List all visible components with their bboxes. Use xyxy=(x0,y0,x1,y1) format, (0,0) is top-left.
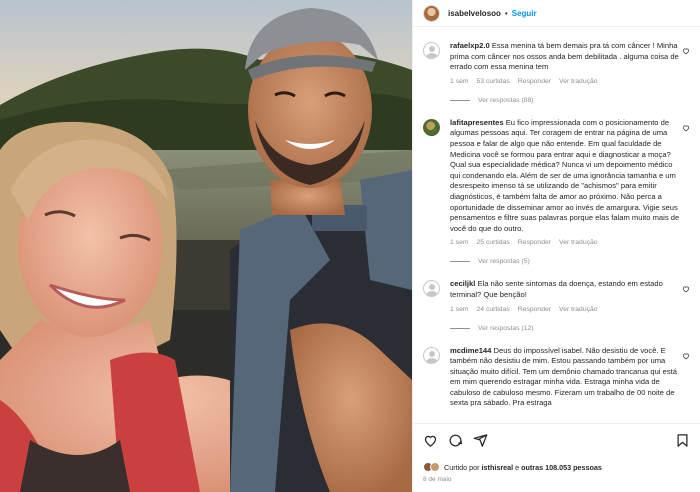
view-replies-button[interactable]: Ver respostas (12) xyxy=(450,325,690,332)
liked-prefix: Curtido por xyxy=(444,462,480,472)
liked-conjunction: e xyxy=(515,462,520,472)
comment-text: mcdime144 Deus do impossível isabel. Não… xyxy=(450,346,682,410)
comment-meta: 1 sem 25 curtidas Responder Ver tradução xyxy=(450,239,682,246)
replies-line xyxy=(450,261,470,263)
comment-text: ceciljkl Ela não sente sintomas da doenç… xyxy=(450,279,682,300)
comment-body: Ela não sente sintomas da doença, estand… xyxy=(450,279,663,299)
comment-item: lafitapresentes Eu fico impressionada co… xyxy=(423,104,690,246)
comment-time[interactable]: 1 sem xyxy=(450,239,469,246)
commenter-username[interactable]: lafitapresentes xyxy=(450,118,504,127)
comment-item: mcdime144 Deus do impossível isabel. Não… xyxy=(423,332,690,410)
liked-others[interactable]: outras 108.053 pessoas xyxy=(521,463,602,472)
post-header: isabelvelosoo • Seguir xyxy=(413,0,700,27)
post-actions: Curtido por isthisreal e outras 108.053 … xyxy=(413,423,700,492)
translate-button[interactable]: Ver tradução xyxy=(559,239,598,246)
likes-summary: Curtido por isthisreal e outras 108.053 … xyxy=(423,462,690,472)
replies-label: Ver respostas (88) xyxy=(478,96,534,104)
replies-label: Ver respostas (5) xyxy=(478,258,530,266)
post-sidebar: isabelvelosoo • Seguir rafaelxp2.0 Essa … xyxy=(412,0,700,492)
replies-line xyxy=(450,327,470,329)
header-separator: • xyxy=(504,8,508,18)
comment-like-heart-icon[interactable] xyxy=(682,124,690,132)
reply-button[interactable]: Responder xyxy=(518,239,551,246)
reply-button[interactable]: Responder xyxy=(518,78,551,85)
commenter-avatar[interactable] xyxy=(423,346,440,364)
comment-likes[interactable]: 53 curtidas xyxy=(477,78,510,85)
liker-avatar xyxy=(430,462,440,472)
translate-button[interactable]: Ver tradução xyxy=(559,78,598,85)
replies-label: Ver respostas (12) xyxy=(478,324,534,332)
translate-button[interactable]: Ver tradução xyxy=(559,306,598,313)
comments-list[interactable]: rafaelxp2.0 Essa menina tá bem demais pr… xyxy=(413,27,700,423)
follow-button[interactable]: Seguir xyxy=(512,9,537,18)
share-icon[interactable] xyxy=(473,433,488,448)
author-username[interactable]: isabelvelosoo xyxy=(448,9,501,18)
replies-line xyxy=(450,99,470,101)
commenter-avatar[interactable] xyxy=(423,280,440,298)
liked-user[interactable]: isthisreal xyxy=(482,463,514,472)
comment-like-heart-icon[interactable] xyxy=(682,47,690,55)
comment-item: ceciljkl Ela não sente sintomas da doenç… xyxy=(423,265,690,313)
view-replies-button[interactable]: Ver respostas (88) xyxy=(450,97,690,104)
heart-icon[interactable] xyxy=(423,433,438,448)
comment-meta: 1 sem 53 curtidas Responder Ver tradução xyxy=(450,78,682,85)
comment-meta: 1 sem 24 curtidas Responder Ver tradução xyxy=(450,306,682,313)
bookmark-icon[interactable] xyxy=(675,433,690,448)
commenter-username[interactable]: rafaelxp2.0 xyxy=(450,41,490,50)
post-photo[interactable] xyxy=(0,0,412,492)
comment-time[interactable]: 1 sem xyxy=(450,78,469,85)
commenter-username[interactable]: mcdime144 xyxy=(450,346,491,355)
likes-text[interactable]: Curtido por isthisreal e outras 108.053 … xyxy=(444,463,602,472)
action-icons xyxy=(423,432,690,448)
comment-item: rafaelxp2.0 Essa menina tá bem demais pr… xyxy=(423,27,690,85)
comment-text: rafaelxp2.0 Essa menina tá bem demais pr… xyxy=(450,41,682,73)
commenter-avatar[interactable] xyxy=(423,42,440,59)
comment-icon[interactable] xyxy=(448,433,463,448)
reply-button[interactable]: Responder xyxy=(518,306,551,313)
author-avatar[interactable] xyxy=(423,4,440,22)
comment-like-heart-icon[interactable] xyxy=(682,285,690,293)
view-replies-button[interactable]: Ver respostas (5) xyxy=(450,258,690,265)
selfie-photo-illustration xyxy=(0,0,412,492)
comment-body: Eu fico impressionada com o posicionamen… xyxy=(450,117,680,233)
comment-likes[interactable]: 25 curtidas xyxy=(477,239,510,246)
post-date[interactable]: 8 de maio xyxy=(423,476,690,483)
comment-time[interactable]: 1 sem xyxy=(450,306,469,313)
comment-like-heart-icon[interactable] xyxy=(682,352,690,360)
instagram-post-window: isabelvelosoo • Seguir rafaelxp2.0 Essa … xyxy=(0,0,700,492)
commenter-username[interactable]: ceciljkl xyxy=(450,279,475,288)
comment-likes[interactable]: 24 curtidas xyxy=(477,306,510,313)
comment-text: lafitapresentes Eu fico impressionada co… xyxy=(450,118,682,235)
commenter-avatar[interactable] xyxy=(423,118,440,136)
